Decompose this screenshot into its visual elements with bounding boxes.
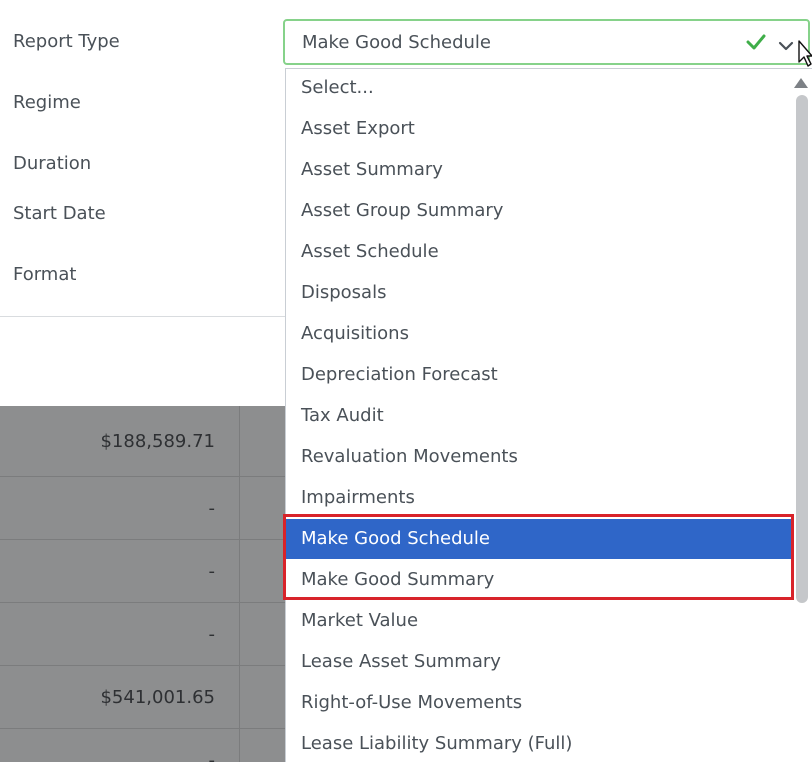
start-date-label: Start Date (13, 203, 106, 224)
option-right-of-use-movements[interactable]: Right-of-Use Movements (286, 683, 794, 723)
report-type-select[interactable]: Make Good Schedule (283, 19, 810, 65)
option-impairments[interactable]: Impairments (286, 478, 794, 518)
table-row: - (0, 477, 290, 540)
background-table: $188,589.71 - - - $541,001.65 - (0, 406, 290, 762)
chevron-down-icon[interactable] (778, 37, 794, 56)
table-cell: - (0, 540, 240, 602)
option-revaluation-movements[interactable]: Revaluation Movements (286, 437, 794, 477)
scrollbar-thumb[interactable] (796, 95, 808, 603)
table-cell: $188,589.71 (0, 406, 240, 476)
table-cell: - (0, 603, 240, 665)
option-asset-group-summary[interactable]: Asset Group Summary (286, 191, 794, 231)
mouse-pointer-icon (798, 40, 812, 72)
option-make-good-schedule[interactable]: Make Good Schedule (286, 519, 794, 559)
option-lease-liability-summary-full[interactable]: Lease Liability Summary (Full) (286, 724, 794, 762)
select-value: Make Good Schedule (302, 32, 491, 53)
table-row: - (0, 603, 290, 666)
option-tax-audit[interactable]: Tax Audit (286, 396, 794, 436)
regime-label: Regime (13, 92, 81, 113)
scroll-up-arrow-icon[interactable] (793, 74, 809, 93)
option-asset-export[interactable]: Asset Export (286, 109, 794, 149)
report-type-label: Report Type (13, 31, 120, 52)
form-divider (0, 316, 290, 317)
table-row: $541,001.65 (0, 666, 290, 729)
table-row: - (0, 729, 290, 762)
check-icon (746, 33, 766, 55)
format-label: Format (13, 264, 77, 285)
table-row: - (0, 540, 290, 603)
table-cell: $541,001.65 (0, 666, 240, 728)
option-acquisitions[interactable]: Acquisitions (286, 314, 794, 354)
option-asset-schedule[interactable]: Asset Schedule (286, 232, 794, 272)
option-market-value[interactable]: Market Value (286, 601, 794, 641)
table-cell: - (0, 477, 240, 539)
option-depreciation-forecast[interactable]: Depreciation Forecast (286, 355, 794, 395)
option-disposals[interactable]: Disposals (286, 273, 794, 313)
table-row: $188,589.71 (0, 406, 290, 477)
report-type-dropdown[interactable]: Select... Asset Export Asset Summary Ass… (285, 68, 812, 762)
table-cell: - (0, 729, 240, 762)
option-make-good-summary[interactable]: Make Good Summary (286, 560, 794, 600)
option-select[interactable]: Select... (286, 69, 794, 108)
option-lease-asset-summary[interactable]: Lease Asset Summary (286, 642, 794, 682)
duration-label: Duration (13, 153, 92, 174)
option-asset-summary[interactable]: Asset Summary (286, 150, 794, 190)
